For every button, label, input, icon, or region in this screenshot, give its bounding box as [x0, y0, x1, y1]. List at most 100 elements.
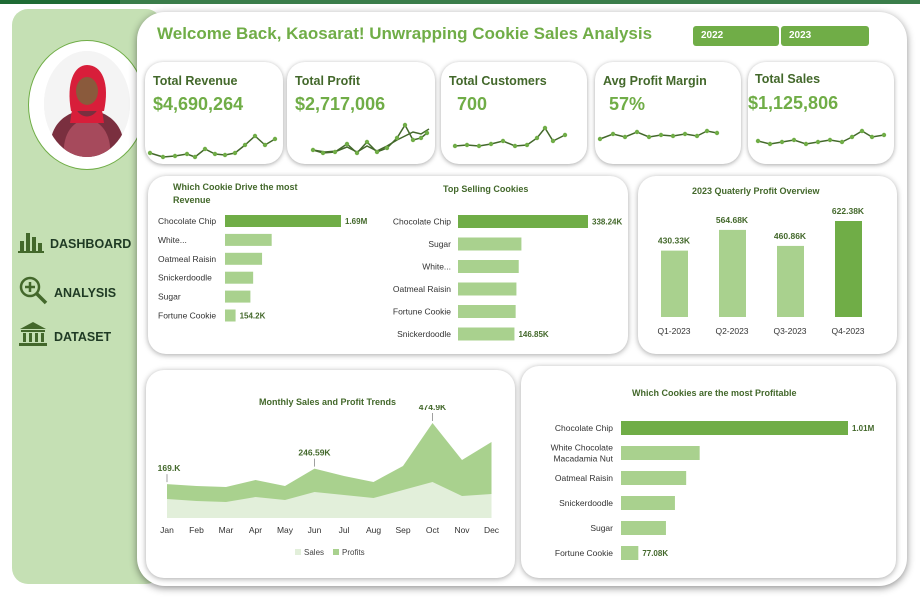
profile-frame: [28, 40, 146, 170]
chart-title-top-selling: Top Selling Cookies: [443, 184, 529, 194]
bar: [458, 327, 515, 341]
legend-swatch-profits: [333, 549, 339, 555]
bar: [225, 233, 272, 246]
data-label: 338.24K: [592, 218, 622, 227]
month-label: Oct: [426, 525, 440, 535]
category-label: White Chocolate: [551, 443, 614, 453]
kpi-card-margin: Avg Profit Margin 57%: [595, 62, 741, 164]
sidebar-item-label: DATASET: [54, 329, 112, 344]
category-label: Sugar: [158, 292, 181, 302]
bar: [621, 546, 639, 560]
kpi-card-profit: Total Profit $2,717,006: [287, 62, 435, 164]
category-label: Chocolate Chip: [393, 217, 451, 227]
bar: [458, 305, 516, 318]
year-slicer-2022[interactable]: 2022: [693, 26, 779, 46]
sidebar-item-dashboard[interactable]: DASHBOARD: [18, 229, 131, 258]
category-label: Chocolate Chip: [158, 216, 216, 226]
month-label: Sep: [395, 525, 410, 535]
data-label: 474.9K: [419, 405, 447, 412]
sidebar-item-dataset[interactable]: DATASET: [18, 321, 111, 352]
legend-label-profits: Profits: [342, 548, 365, 557]
bar: [225, 290, 251, 303]
data-label: 77.08K: [642, 549, 668, 558]
category-label: Q3-2023: [773, 326, 806, 336]
data-label: 430.33K: [658, 236, 691, 246]
kpi-card-sales: Total Sales $1,125,806: [748, 62, 894, 164]
year-slicer-2023[interactable]: 2023: [781, 26, 869, 46]
column: [661, 250, 688, 317]
column: [719, 229, 746, 317]
category-label: Snickerdoodle: [559, 498, 613, 508]
month-label: Nov: [454, 525, 470, 535]
category-label: Sugar: [428, 239, 451, 249]
category-label: Q2-2023: [715, 326, 748, 336]
category-label: Fortune Cookie: [393, 307, 451, 317]
category-label: Snickerdoodle: [158, 273, 212, 283]
bar: [458, 215, 588, 228]
monthly-trends-chart: 169.K 246.59K 474.9K Jan Feb Mar Apr May Jun Jul A…: [158, 405, 500, 557]
category-label: Oatmeal Raisin: [158, 254, 216, 264]
bar: [621, 421, 848, 435]
data-label: 146.85K: [518, 330, 548, 339]
bar: [621, 471, 687, 485]
bar: [621, 496, 675, 510]
bar: [621, 521, 666, 535]
column: [835, 221, 862, 317]
month-label: Aug: [366, 525, 381, 535]
month-label: May: [277, 525, 294, 535]
bank-building-icon: [18, 321, 48, 352]
bar: [225, 309, 236, 322]
sparkline: [755, 128, 887, 147]
category-label: Q4-2023: [831, 326, 864, 336]
category-label: Sugar: [590, 523, 613, 533]
category-label: Chocolate Chip: [555, 423, 613, 433]
sparkline: [310, 122, 430, 156]
data-label: 460.86K: [774, 231, 807, 241]
bar-chart-icon: [18, 229, 44, 258]
sidebar-item-label: ANALYSIS: [54, 285, 117, 300]
chart-title-revenue-cookies: Which Cookie Drive the most Revenue: [173, 182, 298, 205]
category-label: Snickerdoodle: [397, 329, 451, 339]
bar: [225, 215, 341, 227]
page-title: Welcome Back, Kaosarat! Unwrapping Cooki…: [157, 24, 653, 43]
category-label: Fortune Cookie: [555, 548, 613, 558]
month-label: Apr: [249, 525, 262, 535]
sidebar-item-analysis[interactable]: ANALYSIS: [18, 275, 116, 310]
data-label: 169.K: [158, 463, 182, 473]
legend-label-sales: Sales: [304, 548, 324, 557]
category-label: White...: [158, 235, 187, 245]
sparkline: [147, 133, 278, 160]
bar: [225, 252, 263, 265]
category-label: Q1-2023: [657, 326, 690, 336]
data-label: 154.2K: [240, 312, 266, 321]
chart-title-quarterly: 2023 Quaterly Profit Overview: [692, 186, 820, 196]
category-label: White...: [422, 262, 451, 272]
kpi-card-customers: Total Customers 700: [441, 62, 587, 164]
sidebar-item-label: DASHBOARD: [50, 236, 132, 251]
category-label: Fortune Cookie: [158, 311, 216, 321]
data-label: 1.69M: [345, 217, 368, 226]
month-label: Dec: [484, 525, 500, 535]
bar: [225, 271, 254, 284]
kpi-card-revenue: Total Revenue $4,690,264: [145, 62, 283, 164]
bar: [621, 446, 700, 460]
data-label: 1.01M: [852, 424, 875, 433]
quarterly-profit-chart: 430.33K Q1-2023 564.68K Q2-2023 460.86K Q3-20…: [657, 206, 865, 336]
month-label: Feb: [189, 525, 204, 535]
revenue-by-cookie-chart: Chocolate Chip 1.69M White... Oatmeal Raisi…: [158, 215, 368, 322]
bar: [458, 282, 517, 296]
data-label: 246.59K: [298, 448, 331, 458]
category-label: Macadamia Nut: [553, 454, 613, 464]
magnifier-plus-icon: [18, 275, 48, 310]
bar: [458, 237, 522, 251]
sparkline: [597, 128, 720, 142]
data-label: 622.38K: [832, 206, 865, 216]
top-selling-chart: Chocolate Chip 338.24K Sugar White... Oatmea…: [393, 215, 622, 341]
month-label: Jan: [160, 525, 174, 535]
column: [777, 245, 804, 317]
month-label: Mar: [219, 525, 234, 535]
month-label: Jun: [308, 525, 322, 535]
category-label: Oatmeal Raisin: [555, 473, 613, 483]
chart-title-profitable: Which Cookies are the most Profitable: [632, 388, 797, 398]
avatar: [44, 51, 130, 157]
